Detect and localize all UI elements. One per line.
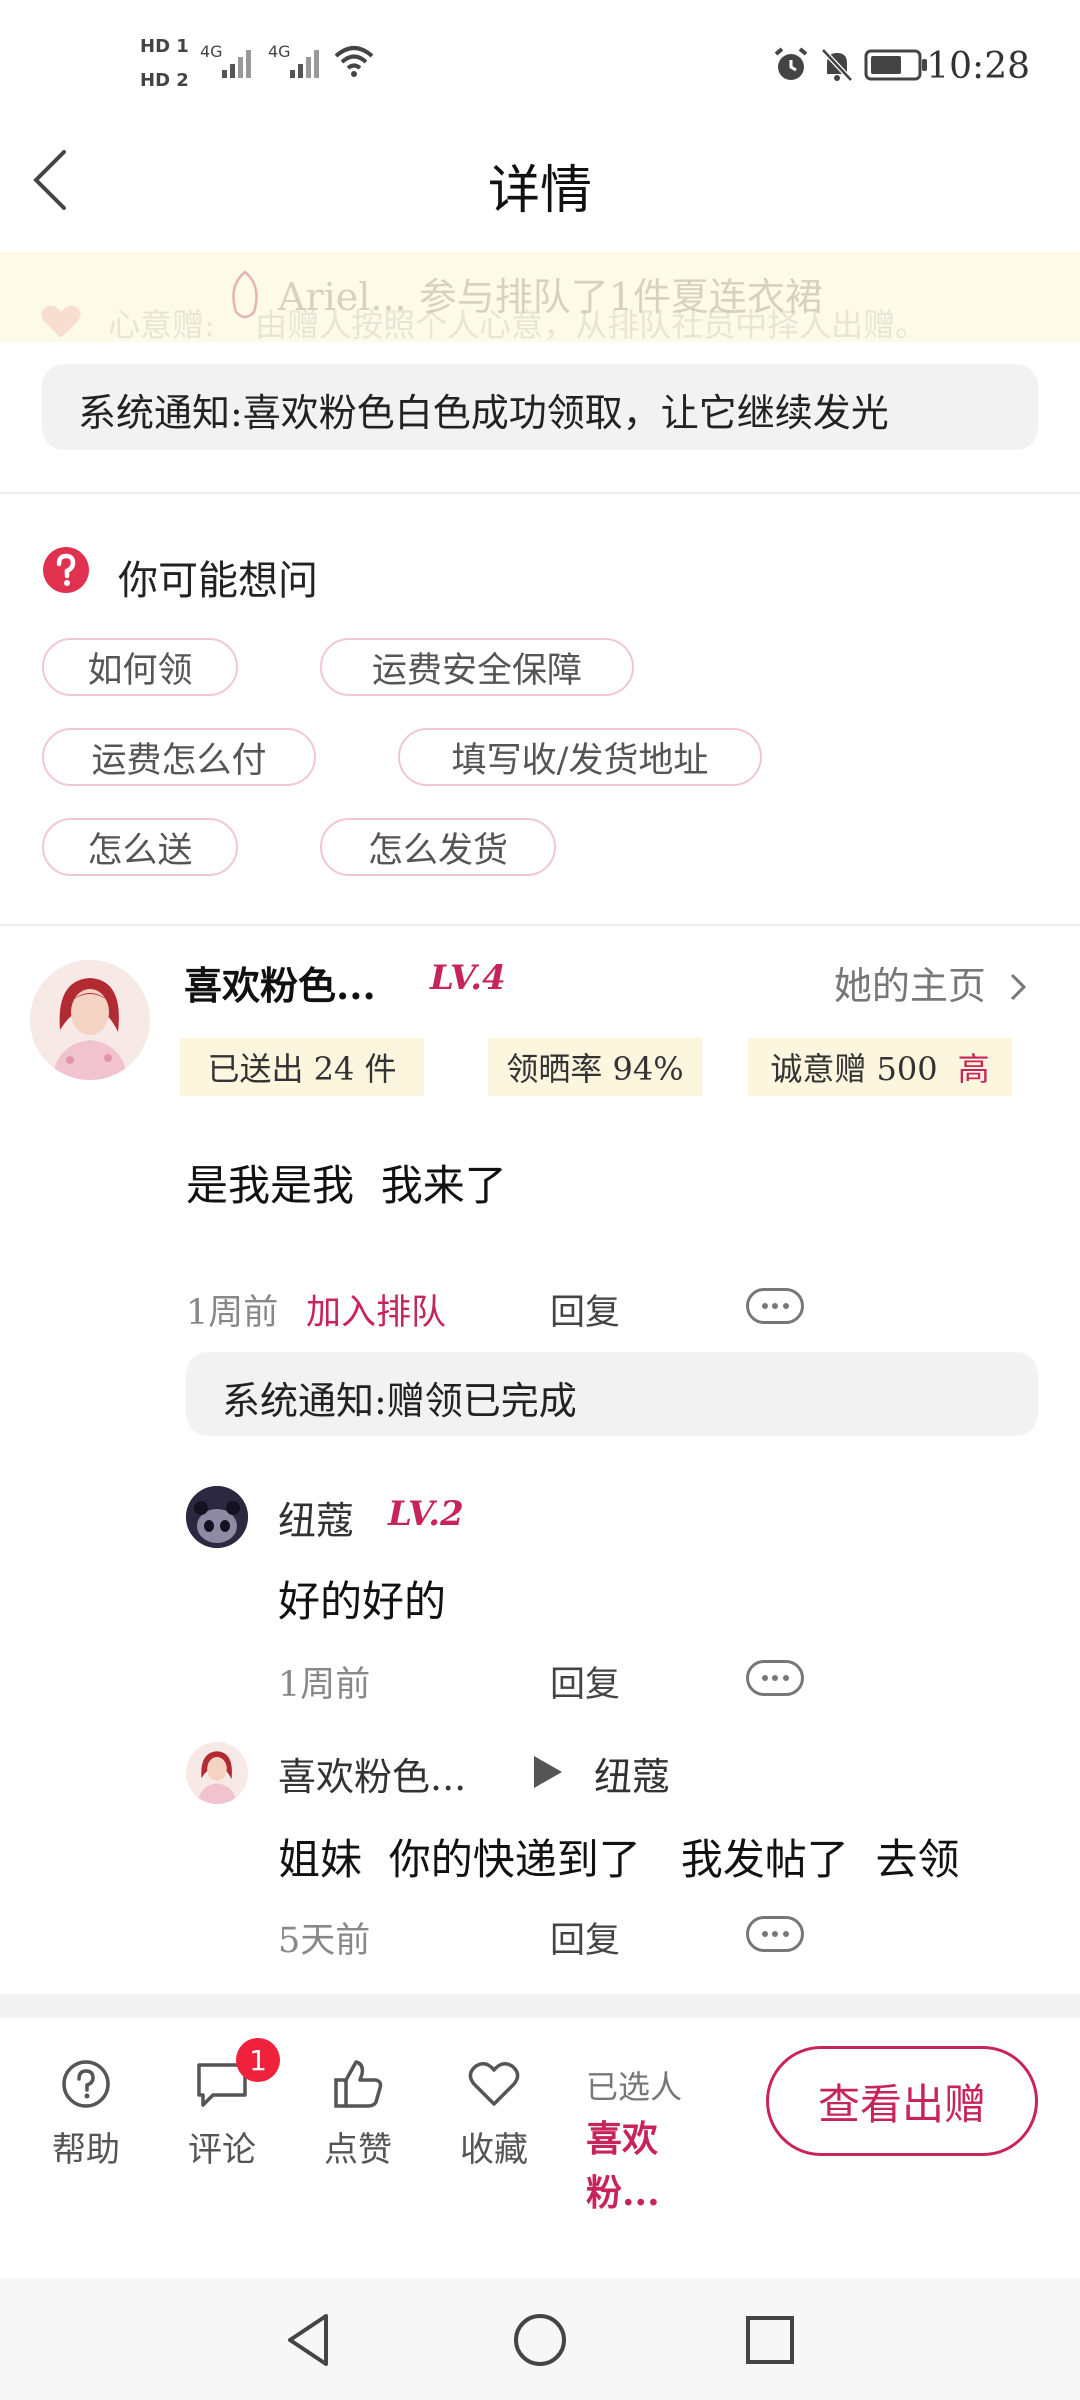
signal-icon <box>222 50 251 78</box>
reply-arrow-icon <box>534 1756 562 1788</box>
author-avatar[interactable] <box>30 960 150 1080</box>
stat-sincerity: 诚意赠 500 高 <box>748 1038 1012 1096</box>
tab-like[interactable]: 点赞 <box>308 2052 408 2171</box>
tab-label: 评论 <box>188 2130 256 2170</box>
tab-comment[interactable]: 评论 1 <box>172 2038 280 2171</box>
alarm-icon <box>774 47 808 80</box>
hd2-indicator: HD 2 <box>140 70 189 91</box>
author-name[interactable]: 喜欢粉色... <box>184 955 376 1010</box>
stat-claim-rate: 领晒率 94% <box>488 1038 702 1096</box>
network-type-1: 4G <box>200 42 223 61</box>
selected-recipient-name[interactable]: 喜欢粉... <box>586 2112 696 2220</box>
question-icon <box>43 547 89 593</box>
tab-label: 收藏 <box>460 2130 528 2170</box>
page-title: 详情 <box>487 161 592 221</box>
divider <box>0 924 1080 926</box>
comment-count-badge: 1 <box>236 2038 280 2082</box>
battery-icon <box>864 49 927 81</box>
faq-chip[interactable]: 怎么送 <box>42 818 238 876</box>
stat-sent: 已送出 24 件 <box>180 1038 424 1096</box>
nav-recents-icon[interactable] <box>742 2312 798 2368</box>
reply-text: 好的好的 <box>278 1577 447 1626</box>
mute-bell-icon <box>821 48 853 82</box>
faq-chip[interactable]: 运费怎么付 <box>42 728 316 786</box>
post-time: 1周前 <box>186 1293 279 1333</box>
reply-time: 5天前 <box>278 1921 371 1961</box>
more-options-icon[interactable] <box>746 1288 804 1324</box>
flower-icon <box>232 270 258 319</box>
tab-help[interactable]: 帮助 <box>36 2052 136 2171</box>
reply-author[interactable]: 喜欢粉色... <box>278 1746 466 1801</box>
heart-icon <box>41 305 81 338</box>
faq-chip[interactable]: 运费安全保障 <box>320 638 634 696</box>
tab-favorite[interactable]: 收藏 <box>444 2052 544 2171</box>
hd1-indicator: HD 1 <box>140 36 189 57</box>
marquee-banner[interactable]: 心意赠: 由赠人按照个人心意，从排队社员中择人出赠。 Ariel... 参与排队… <box>0 252 1080 342</box>
reply-avatar[interactable] <box>186 1742 248 1804</box>
help-icon <box>62 2060 110 2108</box>
thumbs-up-icon <box>334 2060 383 2108</box>
nav-home-icon[interactable] <box>510 2310 570 2370</box>
wifi-icon <box>334 46 374 77</box>
divider <box>0 492 1080 494</box>
system-notice: 系统通知:喜欢粉色白色成功领取，让它继续发光 <box>42 364 1038 450</box>
section-separator <box>0 1994 1080 2018</box>
join-queue-link[interactable]: 加入排队 <box>306 1284 446 1335</box>
reply-text: 姐妹 你的快递到了 我发帖了 去领 <box>278 1835 960 1884</box>
faq-chip[interactable]: 怎么发货 <box>320 818 556 876</box>
homepage-link[interactable]: 她的主页 <box>834 955 1028 1010</box>
reply-button[interactable]: 回复 <box>550 1912 620 1963</box>
homepage-label: 她的主页 <box>833 964 986 1008</box>
clock: 10:28 <box>926 46 1030 87</box>
author-level: LV.4 <box>430 958 506 998</box>
nav-back-icon[interactable] <box>282 2310 338 2370</box>
reply-button[interactable]: 回复 <box>550 1284 620 1335</box>
sincerity-level: 高 <box>957 1050 990 1088</box>
faq-chip[interactable]: 如何领 <box>42 638 238 696</box>
post-text: 是我是我 我来了 <box>186 1161 507 1210</box>
more-options-icon[interactable] <box>746 1660 804 1696</box>
view-gift-button[interactable]: 查看出赠 <box>766 2046 1038 2156</box>
tab-label: 点赞 <box>324 2130 392 2170</box>
network-type-2: 4G <box>268 42 291 61</box>
selected-recipient-label: 已选人 <box>586 2068 683 2106</box>
faq-title: 你可能想问 <box>118 558 318 604</box>
tab-label: 帮助 <box>52 2130 120 2170</box>
reply-to-user[interactable]: 纽蔻 <box>594 1746 670 1801</box>
faq-chip[interactable]: 填写收/发货地址 <box>398 728 762 786</box>
reply-author[interactable]: 纽蔻 <box>278 1490 354 1545</box>
avatar-image <box>186 1742 248 1804</box>
status-bar: HD 1 HD 2 4G 4G 10:28 <box>0 0 1080 130</box>
banner-back-label: 心意赠: <box>108 306 215 342</box>
reply-avatar[interactable] <box>186 1486 248 1548</box>
sincerity-label: 诚意赠 500 <box>770 1050 938 1088</box>
panda-avatar-image <box>186 1486 248 1548</box>
signal-icon-2 <box>290 50 319 78</box>
system-nav-bar <box>0 2278 1080 2400</box>
heart-icon <box>468 2062 520 2106</box>
reply-time: 1周前 <box>278 1665 371 1705</box>
bottom-action-bar: 帮助 评论 1 点赞 收藏 已选人 喜欢粉... 查看出赠 <box>0 2018 1080 2278</box>
banner-text: Ariel... 参与排队了1件夏连衣裙 <box>278 275 823 319</box>
more-options-icon[interactable] <box>746 1916 804 1952</box>
completion-notice: 系统通知:赠领已完成 <box>186 1352 1038 1436</box>
reply-button[interactable]: 回复 <box>550 1656 620 1707</box>
avatar-image <box>30 960 150 1080</box>
chevron-right-icon <box>1010 973 1027 1001</box>
reply-author-level: LV.2 <box>388 1494 464 1534</box>
